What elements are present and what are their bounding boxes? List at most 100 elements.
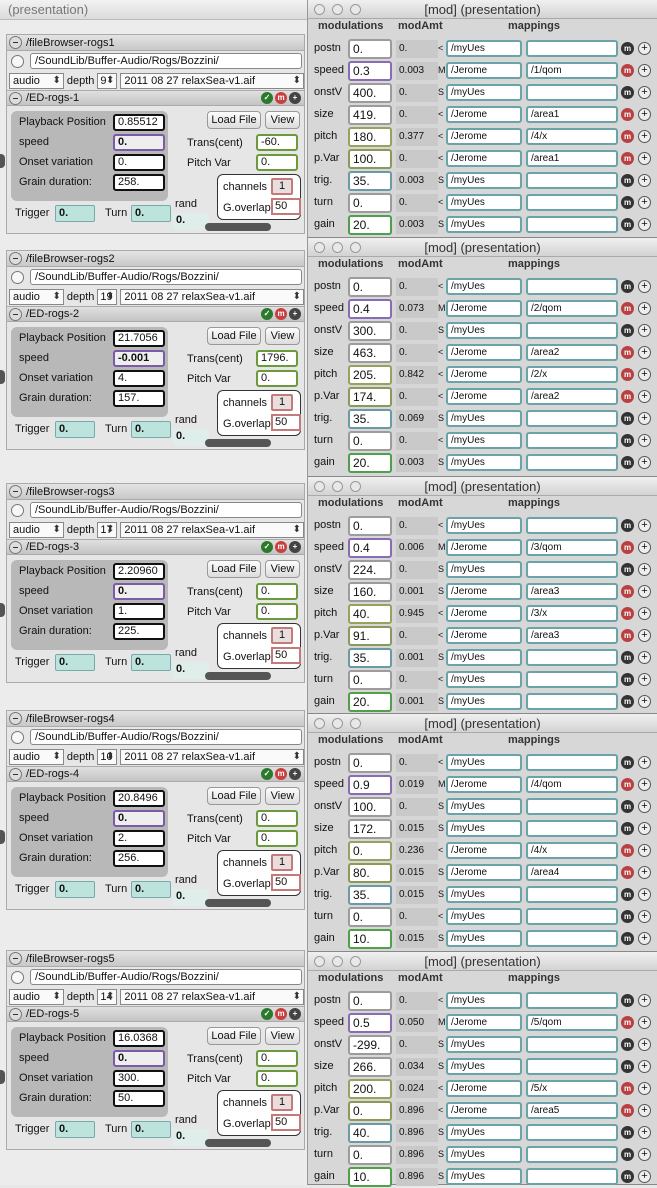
add-mapping-icon[interactable]: + — [638, 324, 651, 337]
mod-amount[interactable]: 0. — [396, 106, 438, 124]
map-m-icon[interactable]: m — [621, 42, 634, 55]
mapping-address-field[interactable] — [526, 649, 618, 666]
depth-number[interactable]: 14 — [97, 988, 118, 1005]
mapping-source-field[interactable]: /Jerome — [446, 627, 522, 644]
mapping-address-field[interactable] — [526, 40, 618, 57]
filebrowser-header[interactable]: /fileBrowser-rogs1 — [6, 34, 305, 51]
mod-amount[interactable]: 0. — [396, 671, 438, 689]
mod-amount[interactable]: 0. — [396, 908, 438, 926]
add-mapping-icon[interactable]: + — [638, 1060, 651, 1073]
mod-value-number[interactable]: 400. — [348, 83, 392, 103]
mod-mode-flag[interactable]: S — [438, 652, 444, 662]
map-m-icon[interactable]: m — [621, 346, 634, 359]
power-icon[interactable]: ✓ — [261, 92, 273, 104]
mod-amount[interactable]: 0.001 — [396, 583, 438, 601]
mapping-source-field[interactable]: /Jerome — [446, 1080, 522, 1097]
zoom-icon[interactable] — [350, 242, 361, 253]
mapping-address-field[interactable]: /1/qom — [526, 62, 618, 79]
mod-amount[interactable]: 0.019 — [396, 776, 438, 794]
mod-amount[interactable]: 0. — [396, 517, 438, 535]
mod-mode-flag[interactable]: S — [438, 696, 444, 706]
file-menu[interactable]: 2011 08 27 relaxSea-v1.aif — [120, 72, 304, 89]
mod-amount[interactable]: 0.236 — [396, 842, 438, 860]
add-mapping-icon[interactable]: + — [638, 1170, 651, 1183]
add-mapping-icon[interactable]: + — [638, 756, 651, 769]
map-m-icon[interactable]: m — [621, 888, 634, 901]
mapping-address-field[interactable] — [526, 886, 618, 903]
mod-amount[interactable]: 0.015 — [396, 820, 438, 838]
mod-amount[interactable]: 0.015 — [396, 864, 438, 882]
close-icon[interactable] — [314, 956, 325, 967]
mapping-source-field[interactable]: /myUes — [446, 798, 522, 815]
mod-value-number[interactable]: 40. — [348, 604, 392, 624]
filebrowser-header[interactable]: /fileBrowser-rogs2 — [6, 250, 305, 267]
mapping-address-field[interactable]: /3/qom — [526, 539, 618, 556]
map-m-icon[interactable]: m — [621, 174, 634, 187]
mod-mode-flag[interactable]: S — [438, 325, 444, 335]
add-icon[interactable]: + — [289, 541, 301, 553]
mapping-address-field[interactable] — [526, 1168, 618, 1185]
pitchvar-number[interactable]: 0. — [256, 1070, 298, 1087]
mapping-source-field[interactable]: /myUes — [446, 671, 522, 688]
collapse-icon[interactable] — [9, 252, 22, 265]
mod-mode-flag[interactable]: < — [438, 369, 443, 379]
filebrowser-header[interactable]: /fileBrowser-rogs5 — [6, 950, 305, 967]
rand-number[interactable]: 0. — [173, 662, 209, 679]
mapping-address-field[interactable] — [526, 432, 618, 449]
mod-mode-flag[interactable]: S — [438, 801, 444, 811]
mapping-source-field[interactable]: /Jerome — [446, 150, 522, 167]
mod-amount[interactable]: 0. — [396, 194, 438, 212]
mute-icon[interactable]: m — [275, 92, 287, 104]
mod-mode-flag[interactable]: S — [438, 175, 444, 185]
mapping-source-field[interactable]: /myUes — [446, 693, 522, 710]
mod-amount[interactable]: 0. — [396, 40, 438, 58]
map-m-icon[interactable]: m — [621, 607, 634, 620]
add-mapping-icon[interactable]: + — [638, 607, 651, 620]
depth-number[interactable]: 9 — [97, 72, 118, 89]
add-mapping-icon[interactable]: + — [638, 866, 651, 879]
map-m-icon[interactable]: m — [621, 866, 634, 879]
radio-toggle[interactable] — [11, 730, 24, 744]
mapping-address-field[interactable]: /2/x — [526, 366, 618, 383]
mod-mode-flag[interactable]: < — [438, 630, 443, 640]
map-m-icon[interactable]: m — [621, 412, 634, 425]
audio-menu[interactable]: audio — [9, 748, 64, 765]
mapping-source-field[interactable]: /myUes — [446, 432, 522, 449]
view-button[interactable]: View — [265, 787, 300, 805]
mod-value-number[interactable]: 100. — [348, 149, 392, 169]
mapping-address-field[interactable]: /5/qom — [526, 1014, 618, 1031]
mapping-source-field[interactable]: /myUes — [446, 754, 522, 771]
add-mapping-icon[interactable]: + — [638, 994, 651, 1007]
minimize-icon[interactable] — [332, 481, 343, 492]
mapping-source-field[interactable]: /myUes — [446, 517, 522, 534]
mod-amount[interactable]: 0.001 — [396, 693, 438, 711]
audio-menu[interactable]: audio — [9, 288, 64, 305]
goverlap-number[interactable]: 50 — [271, 647, 301, 664]
mod-value-number[interactable]: 0. — [348, 1145, 392, 1165]
mod-mode-flag[interactable]: < — [438, 1083, 443, 1093]
speed-number[interactable]: 0. — [113, 583, 165, 600]
mapping-source-field[interactable]: /myUes — [446, 322, 522, 339]
add-mapping-icon[interactable]: + — [638, 1148, 651, 1161]
map-m-icon[interactable]: m — [621, 368, 634, 381]
mod-amount[interactable]: 0. — [396, 754, 438, 772]
depth-number[interactable]: 10 — [97, 748, 118, 765]
mapping-address-field[interactable]: /area2 — [526, 388, 618, 405]
minimize-icon[interactable] — [332, 242, 343, 253]
mute-icon[interactable]: m — [275, 768, 287, 780]
mapping-source-field[interactable]: /Jerome — [446, 776, 522, 793]
mod-value-number[interactable]: 172. — [348, 819, 392, 839]
map-m-icon[interactable]: m — [621, 800, 634, 813]
mapping-source-field[interactable]: /Jerome — [446, 1014, 522, 1031]
mapping-source-field[interactable]: /Jerome — [446, 583, 522, 600]
mapping-address-field[interactable] — [526, 1146, 618, 1163]
mod-value-number[interactable]: 0.4 — [348, 299, 392, 319]
mapping-address-field[interactable]: /4/x — [526, 128, 618, 145]
load-file-button[interactable]: Load File — [207, 1027, 261, 1045]
mod-value-number[interactable]: 180. — [348, 127, 392, 147]
mod-amount[interactable]: 0.015 — [396, 930, 438, 948]
map-m-icon[interactable]: m — [621, 844, 634, 857]
mod-mode-flag[interactable]: < — [438, 1105, 443, 1115]
mod-mode-flag[interactable]: S — [438, 457, 444, 467]
mod-mode-flag[interactable]: S — [438, 1149, 444, 1159]
